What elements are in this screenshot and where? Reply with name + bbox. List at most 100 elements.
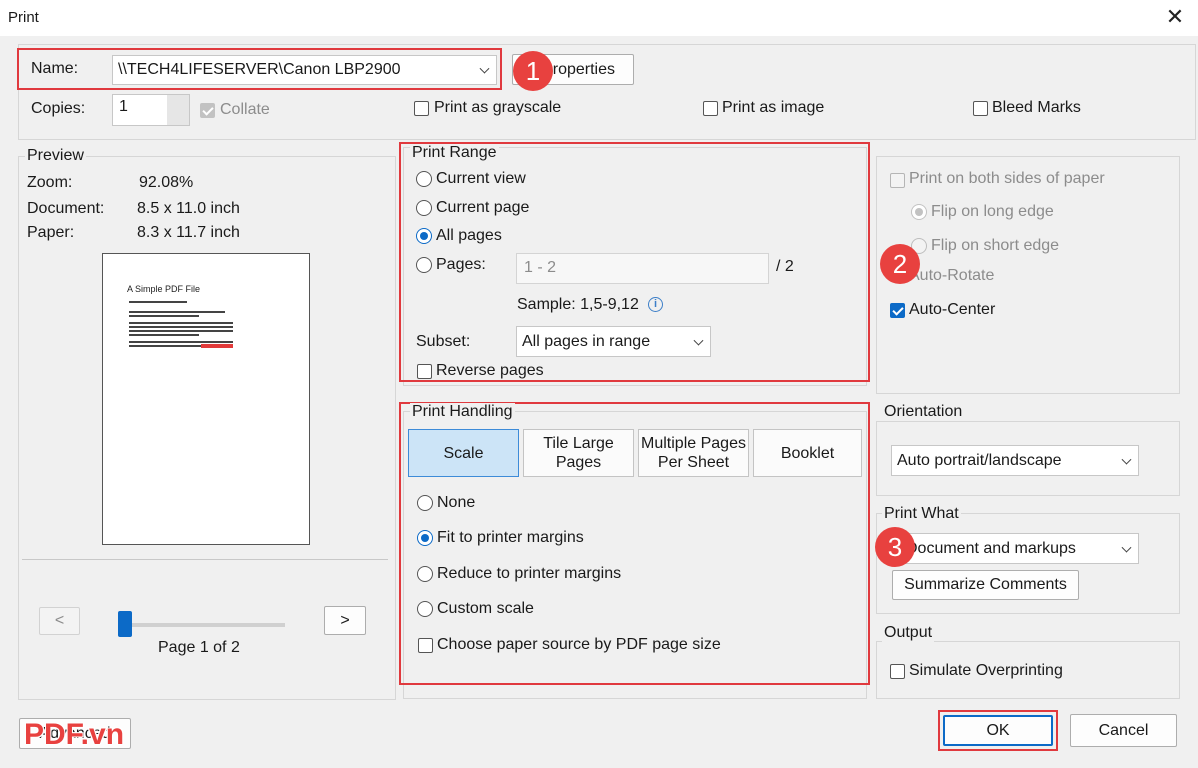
preview-text-line: [129, 330, 233, 332]
copies-input[interactable]: 1: [112, 94, 190, 126]
paper-label: Paper:: [27, 224, 75, 241]
close-icon[interactable]: ✕: [1160, 2, 1190, 32]
print-what-select[interactable]: Document and markups: [891, 533, 1139, 564]
print-what-legend: Print What: [882, 505, 961, 523]
subset-value: All pages in range: [522, 332, 651, 350]
preview-highlight-mark: [201, 344, 233, 348]
simulate-overprinting-checkbox[interactable]: [890, 664, 905, 679]
preview-text-line: [129, 311, 225, 313]
summarize-comments-button[interactable]: Summarize Comments: [892, 570, 1079, 600]
print-as-image-checkbox[interactable]: [703, 101, 718, 116]
title-bar: [0, 0, 1198, 36]
paper-value: 8.3 x 11.7 inch: [137, 224, 240, 241]
short-edge-label: Flip on short edge: [931, 237, 1060, 254]
preview-page-title: A Simple PDF File: [127, 284, 201, 294]
subset-select[interactable]: All pages in range: [516, 326, 711, 357]
reduce-margins-label: Reduce to printer margins: [437, 565, 622, 582]
grayscale-label: Print as grayscale: [434, 99, 562, 116]
preview-text-line: [129, 334, 199, 336]
auto-center-checkbox[interactable]: [890, 303, 905, 318]
preview-text-line: [129, 341, 233, 343]
long-edge-radio[interactable]: [911, 204, 927, 220]
output-legend: Output: [882, 624, 935, 642]
preview-text-line: [129, 345, 201, 347]
pages-input-text: 1 - 2: [524, 259, 557, 276]
copies-label: Copies:: [31, 100, 86, 117]
simulate-overprinting-label: Simulate Overprinting: [909, 662, 1063, 679]
paper-source-checkbox[interactable]: [418, 638, 433, 653]
print-what-value: Document and markups: [906, 539, 1076, 557]
custom-scale-radio[interactable]: [417, 601, 433, 617]
tab-tile-large-pages[interactable]: Tile Large Pages: [523, 429, 634, 477]
preview-text-line: [129, 301, 187, 303]
printer-name-select[interactable]: \\TECH4LIFESERVER\Canon LBP2900: [112, 55, 497, 85]
page-slider-thumb[interactable]: [118, 611, 132, 637]
sample-text: Sample: 1,5-9,12: [517, 296, 639, 313]
tab-scale[interactable]: Scale: [408, 429, 519, 477]
zoom-label: Zoom:: [27, 174, 73, 191]
paper-source-label: Choose paper source by PDF page size: [437, 636, 721, 653]
chevron-down-icon: [479, 63, 490, 74]
preview-text-line: [129, 322, 233, 324]
both-sides-checkbox[interactable]: [890, 173, 905, 188]
pages-input[interactable]: 1 - 2: [516, 253, 769, 284]
scale-none-label: None: [437, 494, 476, 511]
copies-spinner[interactable]: [167, 95, 189, 125]
preview-text-line: [129, 315, 199, 317]
subset-label: Subset:: [416, 333, 471, 350]
print-handling-legend: Print Handling: [410, 403, 515, 421]
grayscale-checkbox[interactable]: [414, 101, 429, 116]
cancel-button[interactable]: Cancel: [1070, 714, 1177, 747]
auto-center-label: Auto-Center: [909, 301, 996, 318]
preview-page: A Simple PDF File: [102, 253, 310, 545]
info-icon[interactable]: i: [648, 297, 663, 312]
orientation-select[interactable]: Auto portrait/landscape: [891, 445, 1139, 476]
document-label: Document:: [27, 200, 105, 217]
custom-scale-label: Custom scale: [437, 600, 534, 617]
tab-booklet[interactable]: Booklet: [753, 429, 862, 477]
prev-page-button[interactable]: <: [39, 607, 80, 635]
print-as-image-label: Print as image: [722, 99, 825, 116]
badge-3: 3: [875, 527, 915, 567]
all-pages-label: All pages: [436, 227, 502, 244]
window-title: Print: [8, 9, 39, 26]
both-sides-label: Print on both sides of paper: [909, 170, 1105, 187]
orientation-value: Auto portrait/landscape: [897, 451, 1062, 469]
watermark-logo: PDF.vn: [24, 718, 125, 751]
preview-legend: Preview: [25, 147, 86, 165]
chevron-down-icon: [693, 335, 704, 346]
current-view-radio[interactable]: [416, 171, 432, 187]
orientation-legend: Orientation: [882, 403, 965, 421]
printer-name-label: Name:: [31, 60, 79, 77]
current-page-radio[interactable]: [416, 200, 432, 216]
reverse-pages-label: Reverse pages: [436, 362, 544, 379]
all-pages-radio[interactable]: [416, 228, 432, 244]
bleed-marks-label: Bleed Marks: [992, 99, 1081, 116]
auto-rotate-label: Auto-Rotate: [909, 267, 995, 284]
document-value: 8.5 x 11.0 inch: [137, 200, 240, 217]
bleed-marks-checkbox[interactable]: [973, 101, 988, 116]
pages-total: / 2: [776, 258, 794, 275]
preview-text-line: [129, 326, 233, 328]
next-page-button[interactable]: >: [324, 606, 366, 635]
page-slider-track[interactable]: [118, 623, 285, 627]
printer-name-value: \\TECH4LIFESERVER\Canon LBP2900: [118, 61, 401, 78]
reverse-pages-checkbox[interactable]: [417, 364, 432, 379]
scale-none-radio[interactable]: [417, 495, 433, 511]
fit-margins-radio[interactable]: [417, 530, 433, 546]
copies-value: 1: [119, 98, 128, 115]
print-range-legend: Print Range: [410, 144, 499, 162]
badge-2: 2: [880, 244, 920, 284]
zoom-value: 92.08%: [139, 174, 194, 191]
pages-label: Pages:: [436, 256, 486, 273]
current-view-label: Current view: [436, 170, 526, 187]
preview-divider: [22, 559, 388, 560]
chevron-down-icon: [1121, 542, 1132, 553]
collate-checkbox[interactable]: [200, 103, 215, 118]
pages-radio[interactable]: [416, 257, 432, 273]
fit-margins-label: Fit to printer margins: [437, 529, 584, 546]
chevron-down-icon: [1121, 454, 1132, 465]
ok-button[interactable]: OK: [943, 715, 1053, 746]
tab-multiple-pages-per-sheet[interactable]: Multiple Pages Per Sheet: [638, 429, 749, 477]
reduce-margins-radio[interactable]: [417, 566, 433, 582]
